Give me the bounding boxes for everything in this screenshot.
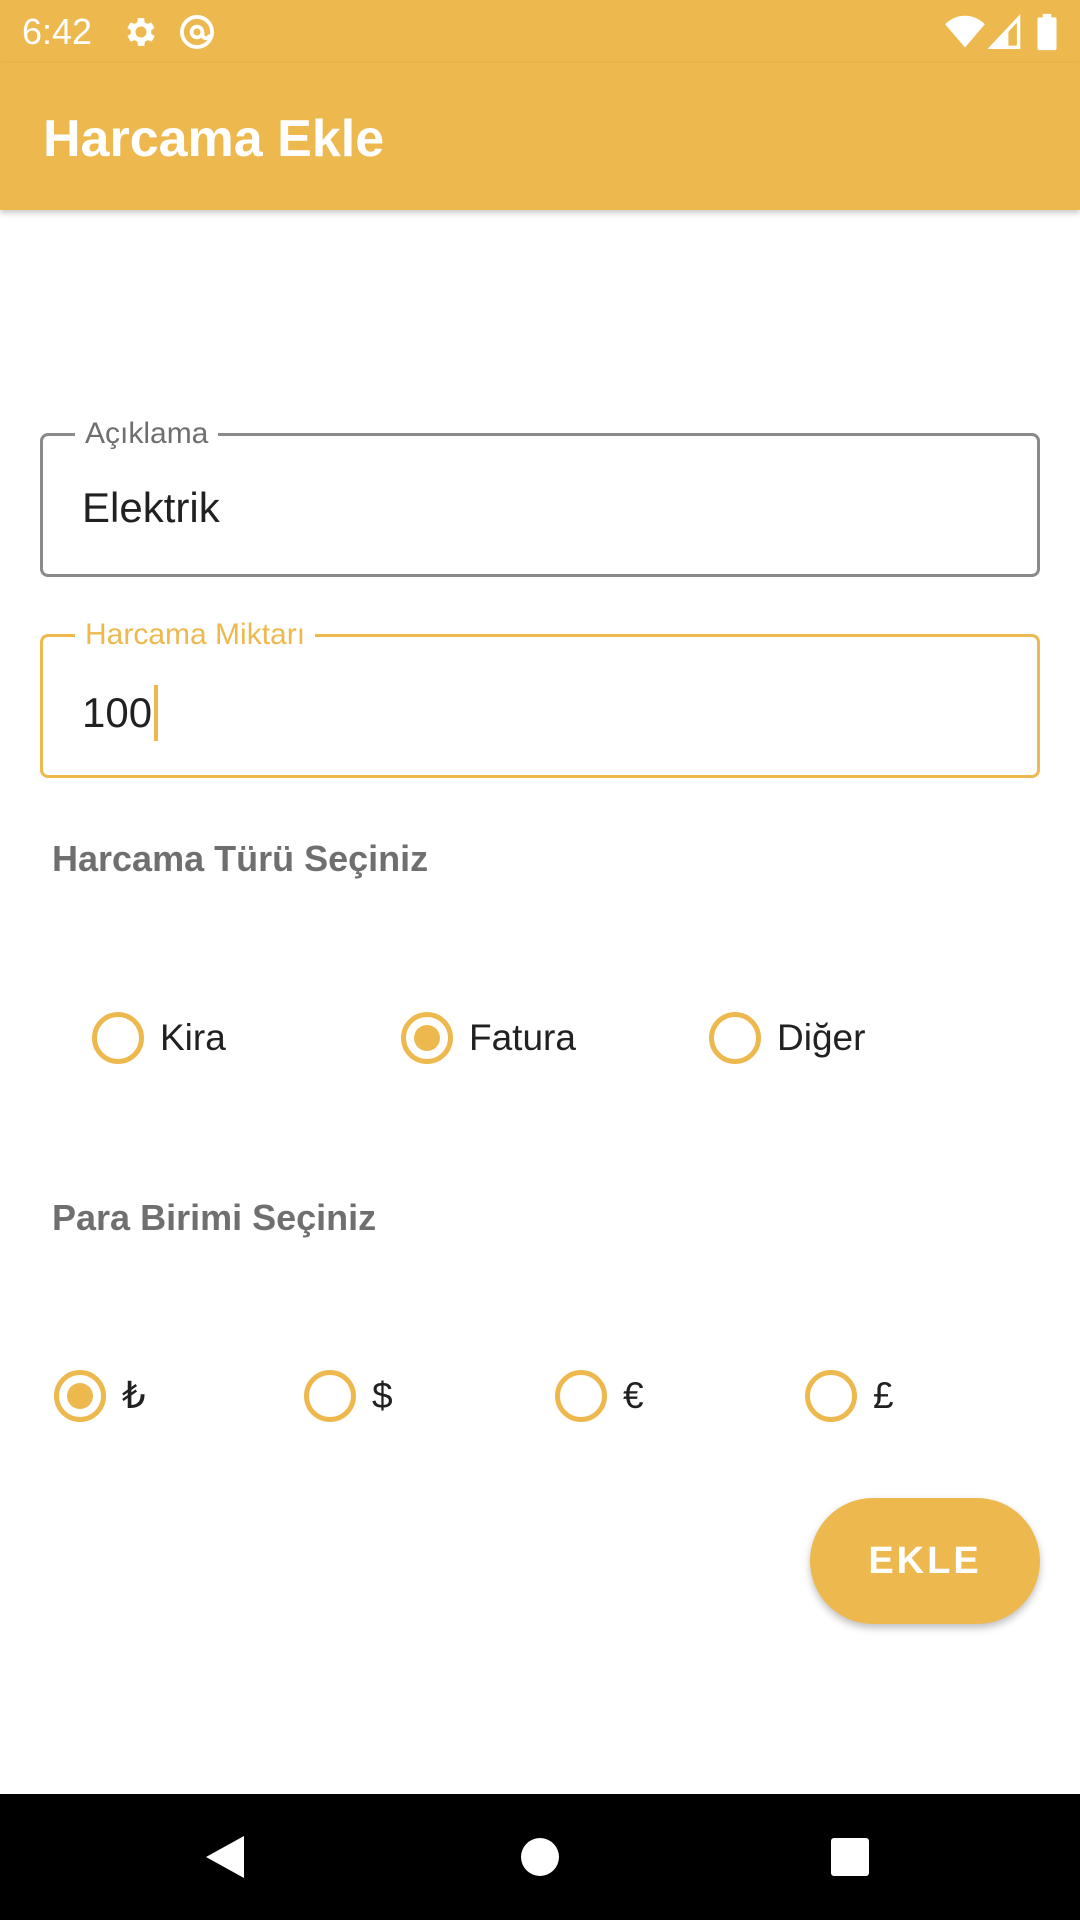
radio-fatura[interactable]: Fatura <box>401 1008 576 1068</box>
radio-currency-try[interactable]: ₺ <box>54 1366 146 1426</box>
radio-diger[interactable]: Diğer <box>709 1008 865 1068</box>
currency-title: Para Birimi Seçiniz <box>52 1197 377 1238</box>
radio-label: £ <box>873 1375 894 1416</box>
radio-button[interactable] <box>92 1012 144 1064</box>
expense-type-title: Harcama Türü Seçiniz <box>52 838 429 879</box>
radio-button-checked[interactable] <box>54 1370 106 1422</box>
description-field-value[interactable]: Elektrik <box>82 484 220 532</box>
radio-button[interactable] <box>709 1012 761 1064</box>
radio-label: ₺ <box>122 1375 146 1416</box>
wifi-icon <box>944 13 986 51</box>
radio-currency-eur[interactable]: € <box>555 1366 644 1426</box>
text-cursor <box>154 685 159 741</box>
radio-label: Diğer <box>777 1017 866 1058</box>
radio-button[interactable] <box>555 1370 607 1422</box>
battery-icon <box>1036 13 1058 51</box>
description-field-label: Açıklama <box>75 416 219 452</box>
app-bar: Harcama Ekle <box>0 63 1080 210</box>
radio-currency-usd[interactable]: $ <box>304 1366 393 1426</box>
amount-field-label: Harcama Miktarı <box>75 617 316 653</box>
radio-label: Kira <box>160 1017 226 1058</box>
status-time: 6:42 <box>22 11 93 52</box>
add-button[interactable]: EKLE <box>810 1498 1040 1624</box>
radio-label: Fatura <box>469 1017 576 1058</box>
amount-value-text: 100 <box>82 689 153 736</box>
recents-square-icon[interactable] <box>815 1822 885 1892</box>
at-sign-icon <box>178 13 216 51</box>
radio-label: € <box>623 1375 644 1416</box>
cellular-signal-icon <box>987 13 1026 51</box>
amount-field[interactable]: Harcama Miktarı 100 <box>40 617 1040 778</box>
gear-icon <box>122 13 160 51</box>
radio-kira[interactable]: Kira <box>92 1008 226 1068</box>
radio-button-checked[interactable] <box>401 1012 453 1064</box>
status-bar: 6:42 <box>0 0 1080 63</box>
navigation-bar <box>0 1794 1080 1920</box>
home-circle-icon[interactable] <box>505 1822 575 1892</box>
radio-button[interactable] <box>805 1370 857 1422</box>
description-value-text: Elektrik <box>82 484 220 531</box>
page-title: Harcama Ekle <box>43 110 385 168</box>
radio-currency-gbp[interactable]: £ <box>805 1366 894 1426</box>
radio-label: $ <box>372 1375 393 1416</box>
amount-field-value[interactable]: 100 <box>82 685 159 741</box>
description-field[interactable]: Açıklama Elektrik <box>40 416 1040 577</box>
back-triangle-icon[interactable] <box>190 1822 260 1892</box>
radio-button[interactable] <box>304 1370 356 1422</box>
